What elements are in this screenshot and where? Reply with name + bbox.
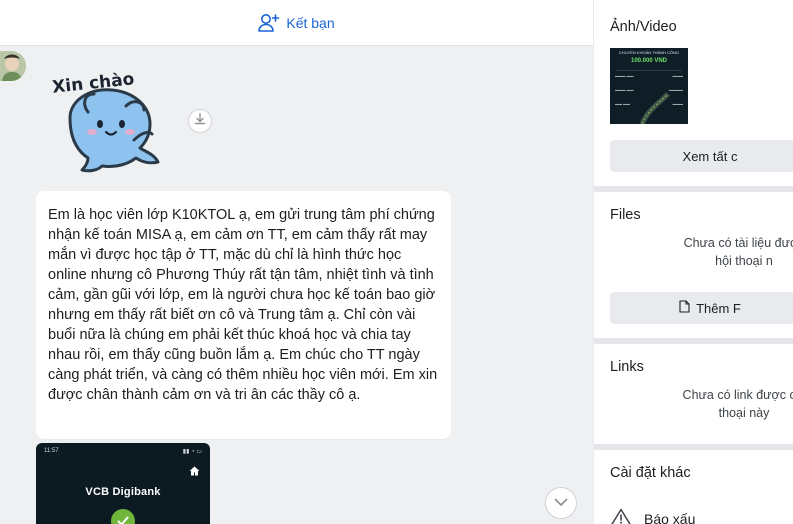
report-label: Báo xấu <box>644 511 696 524</box>
media-title: Ảnh/Video <box>610 19 677 35</box>
conversation-info-panel: Ảnh/Video CHUYỂN KHOẢN THÀNH CÔNG 100.00… <box>594 0 793 524</box>
files-empty-line2: hội thoại n <box>715 254 773 268</box>
hello-sticker[interactable]: Xin chào <box>48 62 168 180</box>
add-friend-button[interactable]: Kết bạn <box>258 13 335 33</box>
thumb-header: CHUYỂN KHOẢN THÀNH CÔNG <box>618 50 680 55</box>
image-message[interactable]: 11:57 ▮▮ ◔ ▭ VCB Digibank <box>36 443 210 524</box>
files-empty-note: Chưa có tài liệu được hội thoại n <box>634 234 793 270</box>
thumb-divider <box>616 70 682 71</box>
files-title: Files <box>610 207 641 223</box>
add-friend-label: Kết bạn <box>286 14 335 31</box>
chevron-down-icon <box>554 494 568 512</box>
avatar[interactable] <box>0 51 26 81</box>
chat-area: Kết bạn Xin chào Em là học viên lớp K10K… <box>0 0 593 524</box>
links-section: Links Chưa có link được chi thoại này <box>594 344 793 444</box>
scroll-to-bottom-button[interactable] <box>545 487 577 519</box>
settings-title: Cài đặt khác <box>610 465 691 481</box>
warning-icon <box>610 508 632 524</box>
home-icon <box>189 463 200 481</box>
links-title: Links <box>610 359 644 375</box>
thumb-row: ▬▬ ▬▬ <box>615 102 630 106</box>
image-time: 11:57 <box>44 448 59 454</box>
view-all-media-button[interactable]: Xem tất c <box>610 140 793 172</box>
add-files-button[interactable]: Thêm F <box>610 292 793 324</box>
download-icon <box>194 112 206 130</box>
message-bubble[interactable]: Em là học viên lớp K10KTOL ạ, em gửi tru… <box>36 191 451 439</box>
links-empty-line1: Chưa có link được chi <box>682 388 793 402</box>
thumb-row: ▬▬▬ <box>672 74 684 78</box>
thumb-row: ▬▬▬ ▬▬ <box>615 88 634 92</box>
media-thumbnail[interactable]: CHUYỂN KHOẢN THÀNH CÔNG 100.000 VND ▬▬▬ … <box>610 48 688 124</box>
files-empty-line1: Chưa có tài liệu được <box>683 236 793 250</box>
media-section: Ảnh/Video CHUYỂN KHOẢN THÀNH CÔNG 100.00… <box>594 0 793 186</box>
file-icon <box>679 300 690 316</box>
vcb-digibank-logo: VCB Digibank <box>85 486 161 498</box>
files-section: Files Chưa có tài liệu được hội thoại n … <box>594 192 793 338</box>
view-all-label: Xem tất c <box>682 148 738 164</box>
check-icon <box>111 509 135 524</box>
phone-status-bar: 11:57 ▮▮ ◔ ▭ <box>44 448 202 455</box>
chat-topbar: Kết bạn <box>0 0 593 46</box>
message-text: Em là học viên lớp K10KTOL ạ, em gửi tru… <box>48 207 438 403</box>
download-sticker-button[interactable] <box>188 109 212 133</box>
thumb-road-graphic <box>639 92 670 124</box>
thumb-amount: 100.000 VND <box>630 58 668 64</box>
status-icons: ▮▮ ◔ ▭ <box>182 449 202 455</box>
report-button[interactable]: Báo xấu <box>610 508 695 524</box>
links-empty-note: Chưa có link được chi thoại này <box>634 386 793 422</box>
add-files-label: Thêm F <box>696 300 741 316</box>
add-user-icon <box>258 13 280 33</box>
links-empty-line2: thoại này <box>718 406 770 420</box>
thumb-row: ▬▬▬ ▬▬ <box>615 74 634 78</box>
thumb-row: ▬▬▬ <box>672 102 684 106</box>
